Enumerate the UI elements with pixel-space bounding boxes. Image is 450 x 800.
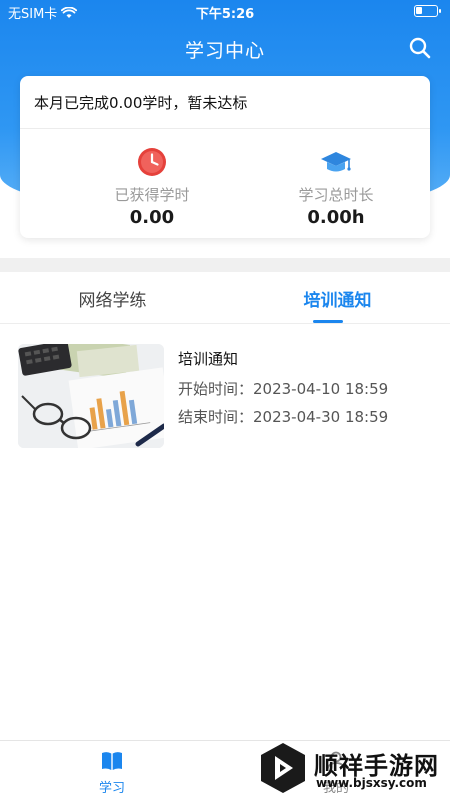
notice-end-time: 结束时间：2023-04-30 18:59 [178,408,389,426]
graduation-cap-icon [321,152,351,172]
earned-hours-value: 0.00 [129,207,175,228]
monthly-progress-text: 本月已完成0.00学时，暂未达标 [34,94,248,112]
total-duration-value: 0.00h [307,207,365,228]
watermark-url: www.bjsxsy.com [316,776,427,790]
status-bar: 无SIM卡 下午5:26 [0,0,450,24]
clock-icon [138,148,166,176]
study-summary-card: 本月已完成0.00学时，暂未达标 已获得学时 0.00 学习总时长 0.00h [20,76,430,238]
total-duration-label: 学习总时长 [298,186,374,204]
card-divider [20,128,430,129]
page-title: 学习中心 [184,40,265,62]
earned-hours-stat: 已获得学时 0.00 [72,146,232,228]
content-tabs: 网络学练 培训通知 [0,272,450,324]
notice-start-time: 开始时间：2023-04-10 18:59 [178,380,389,398]
status-time: 下午5:26 [195,7,255,22]
section-separator [0,258,450,272]
tab-training-notice[interactable]: 培训通知 [225,286,450,311]
tabbar-label-study: 学习 [98,781,125,796]
active-tab-indicator [313,320,343,323]
earned-hours-label: 已获得学时 [114,186,190,204]
total-duration-stat: 学习总时长 0.00h [256,146,416,228]
notice-thumbnail [18,344,164,448]
tab-online-practice[interactable]: 网络学练 [0,286,225,311]
watermark-logo-icon [261,743,305,793]
book-icon [102,752,122,770]
notice-list-item[interactable]: 培训通知 开始时间：2023-04-10 18:59 结束时间：2023-04-… [18,344,432,450]
battery-icon [414,5,441,17]
tabbar-item-study[interactable]: 学习 [72,749,152,796]
site-watermark: 顺祥手游网 www.bjsxsy.com [258,742,448,798]
notice-title: 培训通知 [178,350,239,368]
search-icon[interactable] [408,36,432,60]
